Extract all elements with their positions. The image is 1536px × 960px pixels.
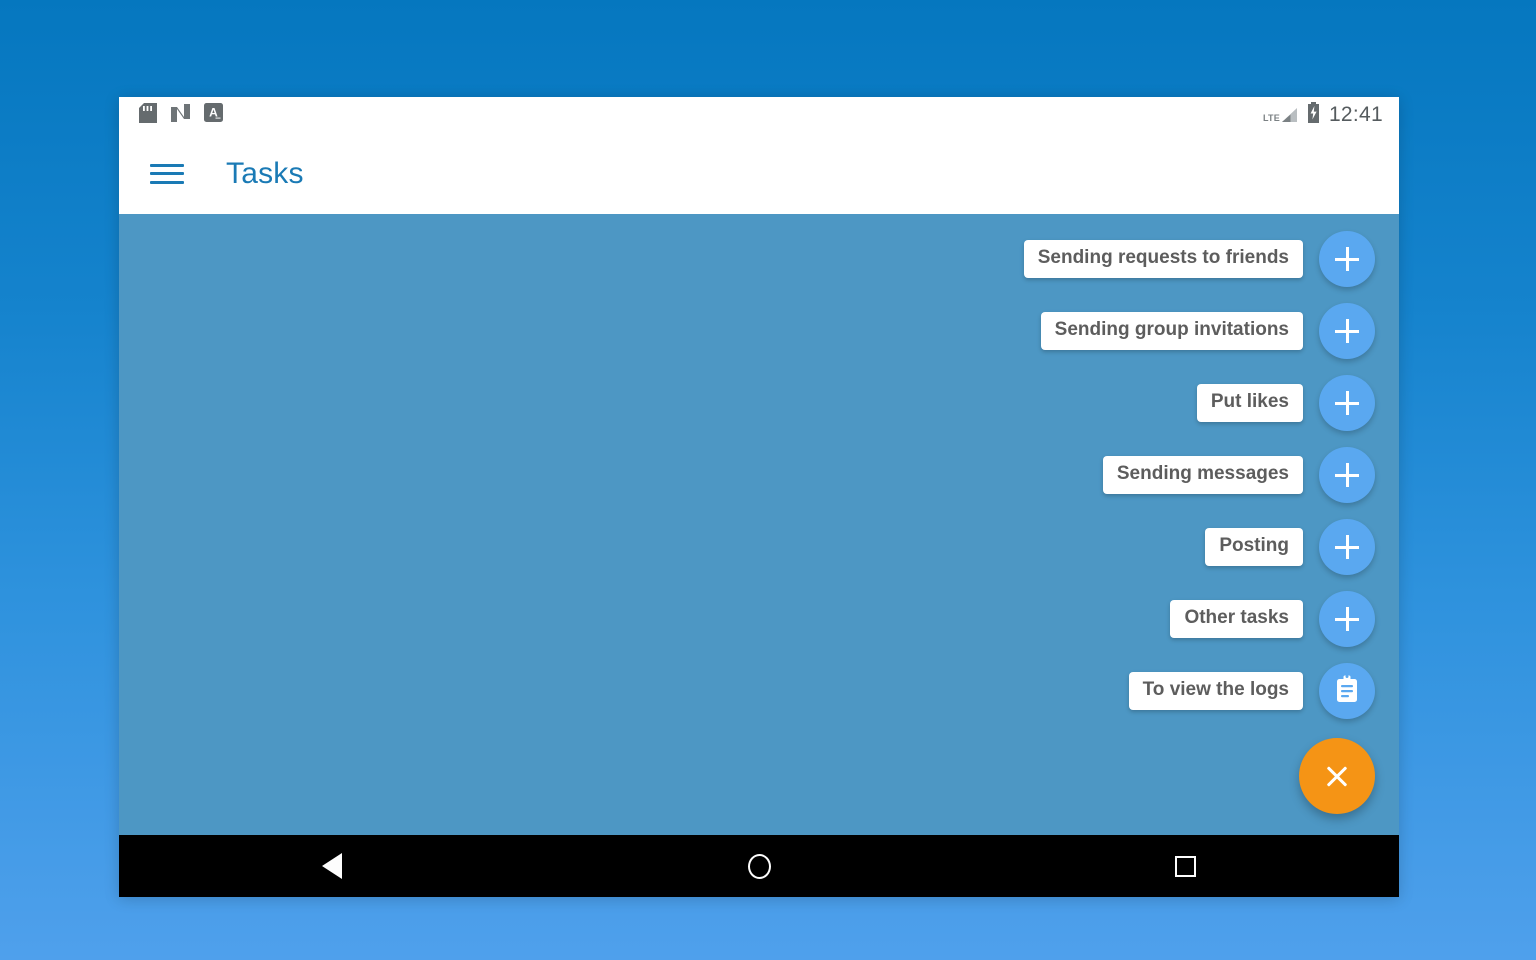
content-scrim[interactable]: Sending requests to friends Sending grou… xyxy=(119,214,1399,835)
fab-menu-label[interactable]: To view the logs xyxy=(1128,672,1303,710)
mini-fab-button[interactable] xyxy=(1319,303,1375,359)
fab-speed-dial-menu: Sending requests to friends Sending grou… xyxy=(1023,231,1375,719)
plus-icon xyxy=(1335,535,1359,559)
fab-menu-item-to-view-the-logs[interactable]: To view the logs xyxy=(1128,663,1375,719)
mini-fab-button[interactable] xyxy=(1319,663,1375,719)
plus-icon xyxy=(1335,319,1359,343)
plus-icon xyxy=(1335,247,1359,271)
plus-icon xyxy=(1335,463,1359,487)
fab-menu-item-posting[interactable]: Posting xyxy=(1205,519,1375,575)
fab-menu-label[interactable]: Other tasks xyxy=(1170,600,1303,638)
hamburger-line xyxy=(150,163,184,167)
fab-menu-label[interactable]: Posting xyxy=(1205,528,1303,566)
status-bar: A LTE 12:41 xyxy=(119,97,1399,133)
fab-menu-label[interactable]: Sending requests to friends xyxy=(1023,240,1303,278)
mini-fab-button[interactable] xyxy=(1319,447,1375,503)
plus-icon xyxy=(1335,391,1359,415)
fab-menu-item-sending-requests-to-friends[interactable]: Sending requests to friends xyxy=(1023,231,1375,287)
mini-fab-button[interactable] xyxy=(1319,231,1375,287)
hamburger-line xyxy=(150,180,184,184)
app-bar: Tasks xyxy=(119,133,1399,214)
lte-signal-icon: LTE xyxy=(1263,107,1298,123)
nav-home-button[interactable] xyxy=(546,835,973,897)
home-circle-icon xyxy=(747,853,771,879)
main-fab-close-button[interactable] xyxy=(1299,738,1375,814)
nav-back-button[interactable] xyxy=(119,835,546,897)
close-x-icon xyxy=(1324,763,1350,789)
status-bar-right-indicators: LTE 12:41 xyxy=(1263,102,1383,128)
clipboard-icon xyxy=(1334,674,1360,708)
fab-menu-label[interactable]: Sending group invitations xyxy=(1040,312,1303,350)
fab-menu-label[interactable]: Put likes xyxy=(1196,384,1303,422)
mini-fab-button[interactable] xyxy=(1319,591,1375,647)
back-triangle-icon xyxy=(322,853,343,879)
nav-recents-button[interactable] xyxy=(972,835,1399,897)
fab-menu-item-other-tasks[interactable]: Other tasks xyxy=(1170,591,1375,647)
mini-fab-button[interactable] xyxy=(1319,375,1375,431)
page-title: Tasks xyxy=(226,156,304,190)
svg-text:A: A xyxy=(209,106,218,120)
fab-menu-item-sending-messages[interactable]: Sending messages xyxy=(1102,447,1375,503)
main-fab-container xyxy=(1299,738,1375,814)
android-navigation-bar xyxy=(119,835,1399,897)
nova-n-icon xyxy=(170,103,191,128)
plus-icon xyxy=(1335,607,1359,631)
status-bar-left-icons: A xyxy=(139,102,223,128)
sd-card-icon xyxy=(139,102,157,128)
battery-charging-icon xyxy=(1307,102,1320,128)
phone-screen: A LTE 12:41 Tasks Sending requests to fr… xyxy=(119,97,1399,897)
hamburger-menu-icon[interactable] xyxy=(150,161,184,187)
mini-fab-button[interactable] xyxy=(1319,519,1375,575)
hamburger-line xyxy=(150,172,184,175)
recents-square-icon xyxy=(1175,855,1197,877)
status-bar-clock: 12:41 xyxy=(1328,103,1383,126)
lte-label: LTE xyxy=(1263,113,1280,123)
fab-menu-item-sending-group-invitations[interactable]: Sending group invitations xyxy=(1040,303,1375,359)
fab-menu-label[interactable]: Sending messages xyxy=(1102,456,1303,494)
app-a-icon: A xyxy=(204,103,223,127)
fab-menu-item-put-likes[interactable]: Put likes xyxy=(1196,375,1375,431)
